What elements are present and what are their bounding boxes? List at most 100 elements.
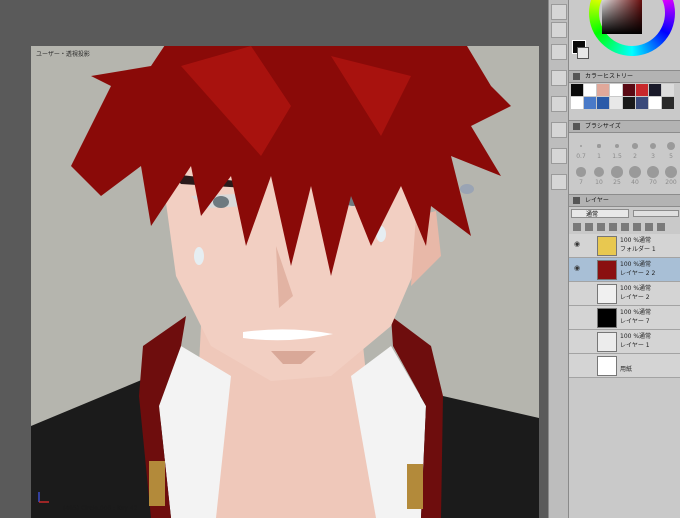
layer-row[interactable]: 100 %通常 レイヤー 2 xyxy=(569,282,680,306)
color-history-swatch[interactable] xyxy=(610,84,622,96)
brush-size-preview xyxy=(611,166,623,178)
brush-size-title: ブラシサイズ xyxy=(585,123,621,130)
brush-size-label: 3 xyxy=(651,153,655,160)
axis-gizmo-icon xyxy=(38,492,49,503)
color-history-swatch[interactable] xyxy=(636,97,648,109)
layer-row[interactable]: ◉ 100 %通常 レイヤー 2 2 xyxy=(569,258,680,282)
opacity-slider[interactable] xyxy=(633,210,679,217)
brush-size-option[interactable]: 3 xyxy=(645,138,661,160)
brush-size-label: 1 xyxy=(597,153,601,160)
layer-tool-icon[interactable] xyxy=(573,223,581,231)
layer-name: レイヤー 2 xyxy=(620,294,650,301)
layer-tool-icon[interactable] xyxy=(633,223,641,231)
tool-button[interactable] xyxy=(551,96,567,112)
color-history-swatch[interactable] xyxy=(571,84,583,96)
visibility-eye-icon[interactable] xyxy=(572,288,582,298)
color-history-swatch[interactable] xyxy=(597,97,609,109)
layer-title: レイヤー xyxy=(585,197,609,204)
layer-tool-icon[interactable] xyxy=(645,223,653,231)
color-history-swatch[interactable] xyxy=(584,84,596,96)
color-history-swatch[interactable] xyxy=(623,97,635,109)
color-history-swatch[interactable] xyxy=(584,97,596,109)
viewport-title: ユーザー・透視投影 xyxy=(36,51,90,58)
color-history-swatch[interactable] xyxy=(649,97,661,109)
brush-size-preview xyxy=(632,143,638,149)
tear-left xyxy=(194,247,204,265)
layer-blend-label: 100 %通常 xyxy=(620,309,652,316)
visibility-eye-icon[interactable] xyxy=(572,312,582,322)
color-history-header[interactable]: カラーヒストリー xyxy=(569,70,680,83)
tool-button[interactable] xyxy=(551,70,567,86)
brush-size-grid: 0.7 1 1.5 2 3 5 7 10 25 40 70 200 xyxy=(569,138,680,190)
brush-size-option[interactable]: 5 xyxy=(663,138,679,160)
layer-row[interactable]: ◉ 100 %通常 フォルダー 1 xyxy=(569,234,680,258)
tool-button[interactable] xyxy=(551,44,567,60)
visibility-eye-icon[interactable]: ◉ xyxy=(572,240,582,250)
brush-size-option[interactable]: 25 xyxy=(609,164,625,186)
brush-size-label: 5 xyxy=(669,153,673,160)
brush-size-option[interactable]: 200 xyxy=(663,164,679,186)
layer-thumbnail xyxy=(597,236,617,256)
earring xyxy=(460,184,474,194)
brush-size-label: 70 xyxy=(649,179,657,186)
layer-tool-icon[interactable] xyxy=(621,223,629,231)
tool-button[interactable] xyxy=(551,4,567,20)
brush-size-icon xyxy=(573,123,580,130)
layer-row[interactable]: 100 %通常 レイヤー 1 xyxy=(569,330,680,354)
character-render xyxy=(31,46,539,518)
brush-size-label: 2 xyxy=(633,153,637,160)
tool-button[interactable] xyxy=(551,174,567,190)
layer-thumbnail xyxy=(597,332,617,352)
sub-color-swatch[interactable] xyxy=(577,47,589,59)
brush-size-option[interactable]: 7 xyxy=(573,164,589,186)
color-history-swatch[interactable] xyxy=(571,97,583,109)
layer-tool-icon[interactable] xyxy=(657,223,665,231)
layer-blend-label: 100 %通常 xyxy=(620,261,652,268)
color-history-swatch[interactable] xyxy=(636,84,648,96)
visibility-eye-icon[interactable] xyxy=(572,360,582,370)
blend-mode-select[interactable]: 通常 xyxy=(571,209,629,218)
color-history-title: カラーヒストリー xyxy=(585,73,634,80)
color-picker-square[interactable] xyxy=(602,0,642,34)
layer-tool-icon[interactable] xyxy=(597,223,605,231)
color-history-swatch[interactable] xyxy=(623,84,635,96)
brush-size-option[interactable]: 10 xyxy=(591,164,607,186)
tool-button[interactable] xyxy=(551,122,567,138)
color-history-swatch[interactable] xyxy=(649,84,661,96)
layer-blend-label: 100 %通常 xyxy=(620,333,652,340)
color-history-icon xyxy=(573,73,580,80)
layer-name: レイヤー 1 xyxy=(620,342,650,349)
brush-size-option[interactable]: 0.7 xyxy=(573,138,589,160)
gold-ornament-left xyxy=(149,461,165,506)
brush-size-option[interactable]: 1 xyxy=(591,138,607,160)
layer-tool-icon[interactable] xyxy=(609,223,617,231)
layer-thumbnail xyxy=(597,260,617,280)
layer-row[interactable]: 100 %通常 レイヤー 7 xyxy=(569,306,680,330)
layer-blend-label: 100 %通常 xyxy=(620,237,652,244)
viewport-status: (465) Circle.006 : Key 42 xyxy=(63,505,138,512)
canvas-area[interactable]: ユーザー・透視投影 (465) Circle.006 : Key 42 xyxy=(0,0,548,518)
layer-thumbnail xyxy=(597,308,617,328)
brush-size-option[interactable]: 40 xyxy=(627,164,643,186)
3d-viewport[interactable]: ユーザー・透視投影 (465) Circle.006 : Key 42 xyxy=(31,46,539,518)
brush-size-option[interactable]: 2 xyxy=(627,138,643,160)
brush-size-option[interactable]: 1.5 xyxy=(609,138,625,160)
visibility-eye-icon[interactable] xyxy=(572,336,582,346)
hair xyxy=(71,46,511,276)
layer-thumbnail xyxy=(597,284,617,304)
brush-size-preview xyxy=(647,166,659,178)
layer-row[interactable]: 用紙 xyxy=(569,354,680,378)
brush-size-option[interactable]: 70 xyxy=(645,164,661,186)
tool-button[interactable] xyxy=(551,148,567,164)
gold-ornament-right xyxy=(407,464,423,509)
tool-button[interactable] xyxy=(551,22,567,38)
color-history-swatch[interactable] xyxy=(662,84,674,96)
color-history-swatch[interactable] xyxy=(597,84,609,96)
visibility-eye-icon[interactable]: ◉ xyxy=(572,264,582,274)
color-history-swatch[interactable] xyxy=(610,97,622,109)
brush-size-header[interactable]: ブラシサイズ xyxy=(569,120,680,133)
color-history-swatch[interactable] xyxy=(662,97,674,109)
brush-size-label: 25 xyxy=(613,179,621,186)
brush-size-label: 7 xyxy=(579,179,583,186)
layer-tool-icon[interactable] xyxy=(585,223,593,231)
